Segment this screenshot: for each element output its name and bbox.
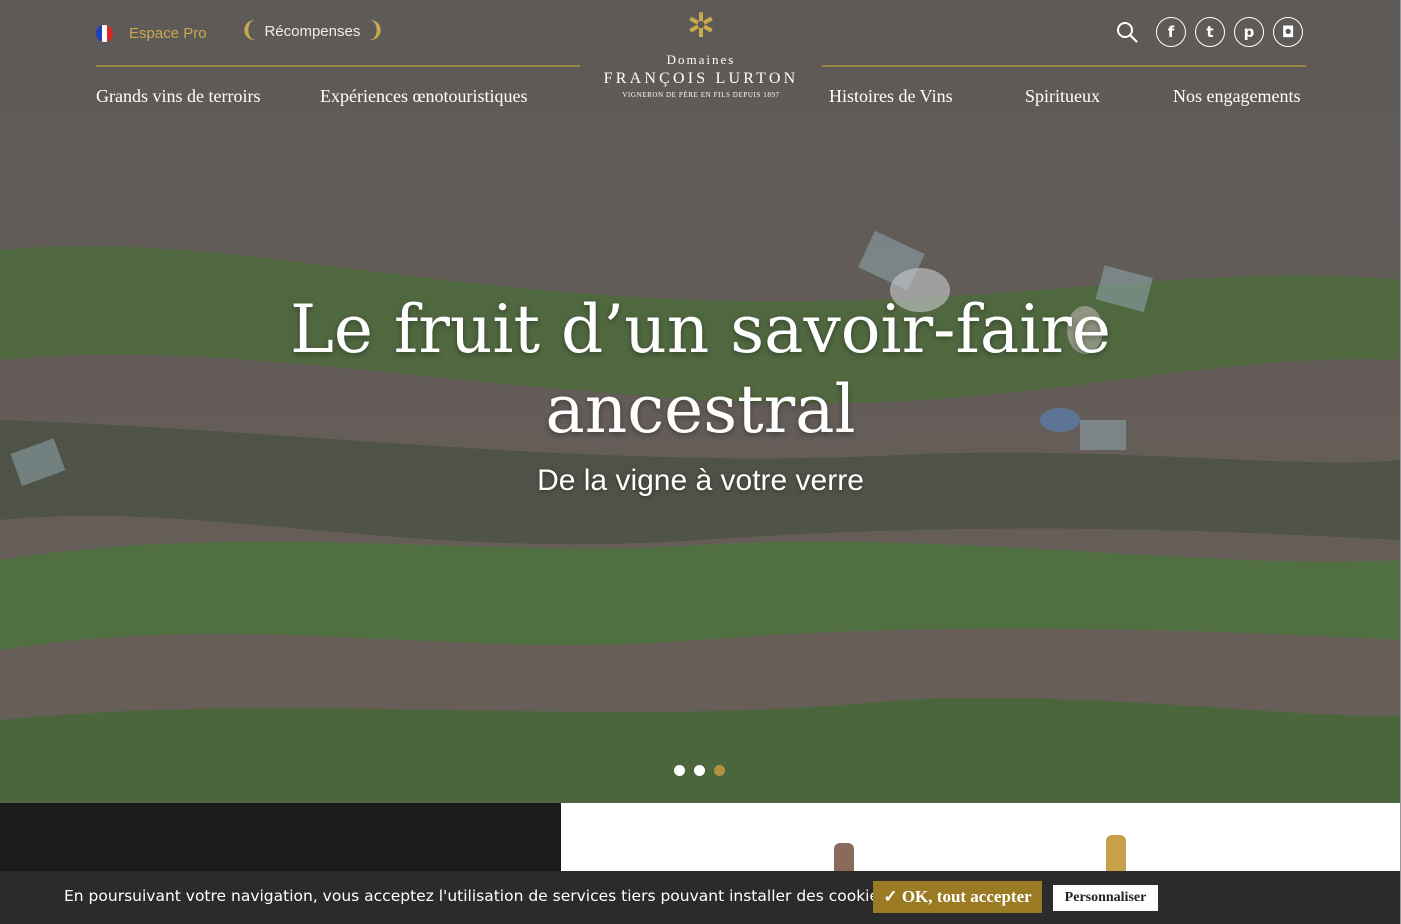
recompenses-label: Récompenses [264,22,361,40]
hero-headline-line2: ancestral [545,371,856,448]
logo-line-name: FRANÇOIS LURTON [603,70,799,87]
laurel-left-icon: ❨ [240,18,259,43]
carousel-dot-3[interactable] [714,765,725,776]
facebook-icon[interactable]: f [1156,17,1186,47]
header-social-icons: f t p ◘ [1112,17,1303,47]
french-flag-icon [96,25,113,42]
cookie-banner: En poursuivant votre navigation, vous ac… [0,871,1401,924]
carousel-dots [674,765,725,776]
header-divider-left [96,65,580,67]
site-logo[interactable]: ✲ Domaines FRANÇOIS LURTON VIGNERON DE P… [598,8,804,100]
nav-grands-vins[interactable]: Grands vins de terroirs [96,86,260,107]
espace-pro-link[interactable]: Espace Pro [96,25,207,42]
hero-headline-line1: Le fruit d’un savoir-faire [290,291,1111,368]
cookie-accept-button[interactable]: ✓ OK, tout accepter [873,881,1042,913]
cookie-customize-button[interactable]: Personnaliser [1053,885,1158,911]
header-divider-right [822,65,1306,67]
nav-engagements[interactable]: Nos engagements [1173,86,1300,107]
pinterest-icon[interactable]: p [1234,17,1264,47]
nav-histoires[interactable]: Histoires de Vins [829,86,953,107]
logo-line-domaines: Domaines [666,52,736,67]
nav-spiritueux[interactable]: Spiritueux [1025,86,1100,107]
hero-banner: Espace Pro ❨ Récompenses ❩ ✲ Domaines FR… [0,0,1401,803]
laurel-right-icon: ❩ [366,18,385,43]
search-icon[interactable] [1112,17,1142,47]
cookie-message: En poursuivant votre navigation, vous ac… [64,887,888,905]
hero-headline: Le fruit d’un savoir-faire ancestral [200,290,1201,450]
espace-pro-label: Espace Pro [129,25,207,42]
hero-subtitle: De la vigne à votre verre [537,464,864,497]
recompenses-link[interactable]: ❨ Récompenses ❩ [240,20,385,42]
carousel-dot-1[interactable] [674,765,685,776]
twitter-icon[interactable]: t [1195,17,1225,47]
carousel-dot-2[interactable] [694,765,705,776]
instagram-icon[interactable]: ◘ [1273,17,1303,47]
nav-experiences[interactable]: Expériences œnotouristiques [320,86,527,107]
logo-line-tagline: VIGNERON DE PÈRE EN FILS DEPUIS 1897 [622,91,780,99]
logo-emblem-icon: ✲ [686,8,716,45]
